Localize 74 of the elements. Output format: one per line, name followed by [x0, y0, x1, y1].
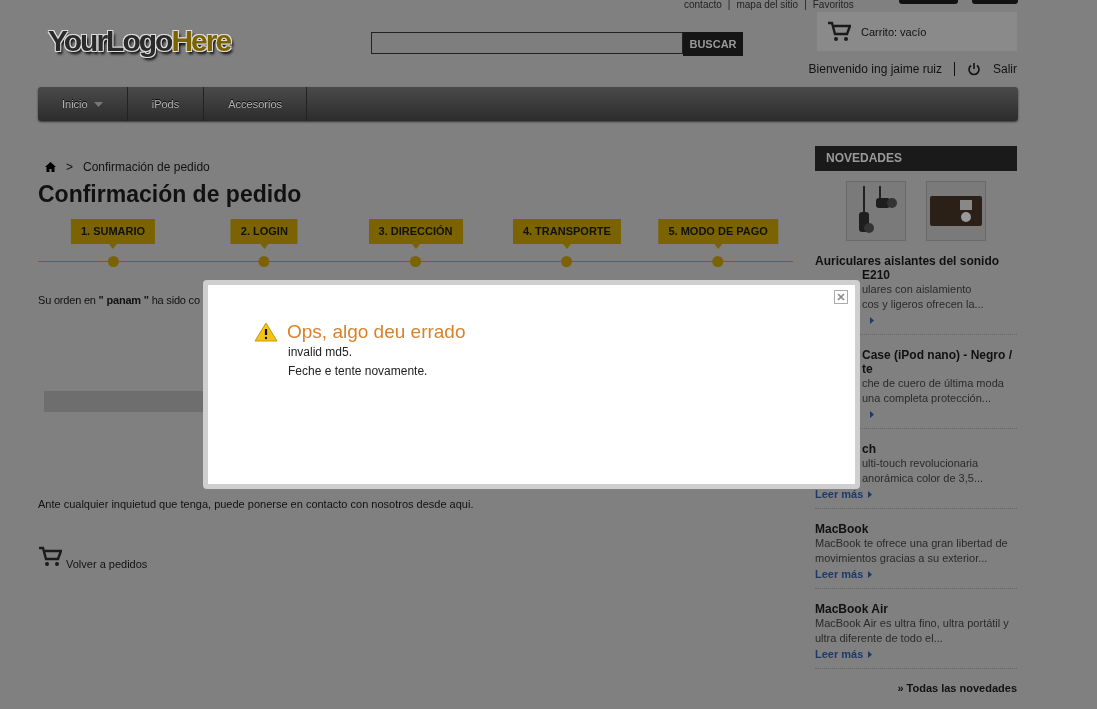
close-icon — [837, 293, 845, 301]
page-title: Confirmación de pedido — [38, 180, 303, 209]
all-news-link[interactable]: » Todas las novedades — [815, 682, 1017, 694]
product-title[interactable]: ch — [862, 442, 876, 456]
cart-label: Carrito: vacío — [861, 25, 927, 38]
product-description: ultra diferente de todo el... — [815, 631, 943, 646]
nav-item[interactable]: iPods — [127, 87, 205, 121]
product-description: anorámica color de 3,5... — [862, 471, 984, 486]
link-separator: | — [727, 0, 731, 10]
product-description: ulti-touch revolucionaria — [862, 456, 979, 471]
nav-item[interactable]: Inicio — [38, 87, 128, 121]
step-label: 4. TRANSPORTE — [512, 219, 621, 244]
read-more-link[interactable]: Leer más — [815, 648, 864, 660]
product-title[interactable]: MacBook Air — [815, 602, 888, 616]
modal-title: Ops, algo deu errado — [287, 321, 466, 343]
product-title[interactable]: MacBook — [815, 522, 869, 536]
product-description: che de cuero de última moda — [862, 376, 1004, 391]
product-thumbnail[interactable] — [846, 181, 906, 241]
home-icon[interactable] — [45, 162, 56, 172]
read-more-link[interactable]: Leer más — [815, 568, 864, 580]
welcome-text: Bienvenido ing jaime ruiz — [808, 62, 942, 76]
sidebar-heading: NOVEDADES — [815, 146, 1017, 171]
breadcrumb-current: Confirmación de pedido — [83, 160, 210, 174]
arrow-icon — [868, 570, 873, 578]
product-thumbnail[interactable] — [926, 181, 986, 241]
arrow-icon — [870, 411, 874, 418]
breadcrumb-separator: > — [66, 160, 73, 174]
product-description: MacBook Air es ultra fino, ultra portátil y — [815, 616, 1009, 631]
cart-panel[interactable]: Carrito: vacío — [817, 12, 1017, 51]
link-separator: | — [804, 0, 807, 10]
back-link[interactable]: Volver a pedidos — [66, 558, 148, 570]
step-label: 5. MODO DE PAGO — [658, 219, 778, 244]
product-title[interactable]: te — [862, 362, 873, 376]
power-icon[interactable] — [967, 62, 981, 76]
product-title[interactable]: Case (iPod nano) - Negro / — [862, 348, 1012, 362]
product-description: una completa protección... — [862, 391, 992, 406]
product-description: MacBook te ofrece una gran libertad de — [815, 536, 1008, 551]
product-description: ulares con aislamiento — [862, 282, 972, 297]
product-title[interactable]: E210 — [862, 268, 891, 282]
arrow-icon — [868, 490, 873, 498]
step-label: 2. LOGIN — [230, 219, 298, 244]
logout-link[interactable]: Salir — [993, 62, 1017, 76]
modal-message: invalid md5. — [288, 344, 354, 361]
product-title[interactable]: Auriculares aislantes del sonido — [815, 254, 1000, 268]
logo-text[interactable]: YourLogoHere — [48, 24, 231, 58]
order-message: Su orden en " panam " ha sido co — [38, 294, 201, 306]
cart-icon — [38, 546, 62, 568]
step-label: 3. DIRECCIÓN — [368, 219, 463, 244]
top-link[interactable]: Favoritos — [812, 0, 854, 10]
pointer-icon — [562, 244, 571, 249]
close-button[interactable] — [834, 290, 848, 304]
step-label: 1. SUMARIO — [70, 219, 156, 244]
warning-icon — [254, 322, 278, 342]
cart-icon — [827, 20, 851, 43]
product-description: movimientos gracias a su exterior... — [815, 551, 988, 566]
top-link[interactable]: mapa del sitio — [736, 0, 799, 10]
top-link[interactable]: contacto — [684, 0, 722, 10]
pointer-icon — [260, 244, 269, 249]
modal-message: Feche e tente novamente. — [288, 363, 429, 380]
read-more-row[interactable]: Leer más — [815, 646, 873, 662]
read-more-link[interactable]: Leer más — [815, 488, 864, 500]
ipod-case-drawing — [930, 194, 982, 228]
contact-message: Ante cualquier inquietud que tenga, puede ponerse en contacto con nosotros desde aqui. — [38, 498, 475, 510]
read-more-row[interactable]: Leer más — [815, 566, 873, 582]
pointer-icon — [714, 244, 723, 249]
pointer-icon — [109, 244, 117, 249]
nav-item[interactable]: Accesorios — [204, 87, 307, 121]
arrow-icon — [868, 650, 873, 658]
product-description: cos y ligeros ofrecen la... — [862, 297, 984, 312]
pointer-icon — [411, 244, 420, 249]
arrow-icon — [870, 317, 874, 324]
search-field[interactable] — [371, 32, 683, 54]
search-button[interactable]: BUSCAR — [683, 32, 743, 56]
read-more-row[interactable]: Leer más — [815, 486, 873, 502]
